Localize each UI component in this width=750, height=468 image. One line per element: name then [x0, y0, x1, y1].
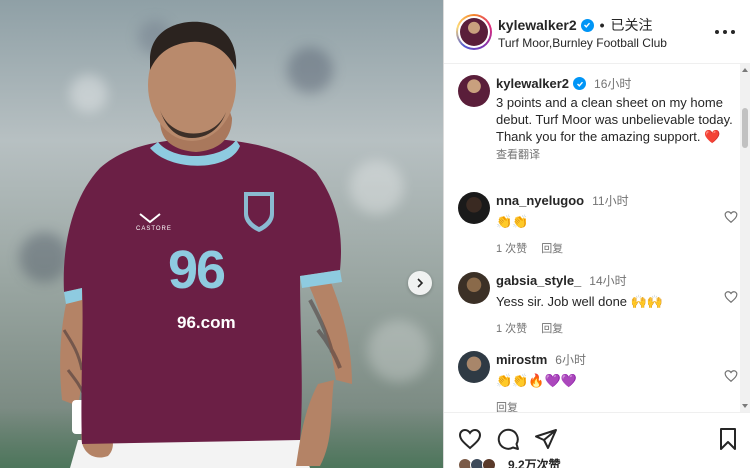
heart-outline-icon[interactable] — [724, 210, 738, 224]
reply-button[interactable]: 回复 — [541, 320, 563, 336]
author-avatar[interactable] — [456, 14, 492, 50]
post-side-panel: kylewalker2 • 已关注 Turf Moor,Burnley Foot… — [443, 0, 750, 468]
post-image[interactable]: 96 96.com CASTORE — [0, 0, 443, 468]
comments-scroll-area[interactable]: kylewalker2 16小时 3 points and a clean sh… — [444, 64, 750, 412]
comment-like-count[interactable]: 1 次赞 — [496, 320, 527, 336]
bookmark-icon[interactable] — [716, 427, 740, 451]
comment-text: 👏👏🔥💜💜 — [496, 373, 577, 388]
comments-scrollbar[interactable] — [740, 64, 750, 412]
jersey-number: 96 — [168, 240, 226, 300]
comment-meta: 1 次赞 回复 — [496, 240, 734, 256]
caption-text: 3 points and a clean sheet on my home de… — [496, 95, 733, 144]
liker-avatar — [482, 457, 496, 468]
chevron-right-icon — [417, 278, 424, 288]
scroll-up-arrow-icon[interactable] — [742, 68, 748, 72]
jersey-sponsor: 96.com — [177, 313, 236, 332]
verified-badge-icon — [573, 77, 587, 90]
caption-username[interactable]: kylewalker2 — [496, 76, 569, 91]
see-translation-link[interactable]: 查看翻译 — [496, 146, 734, 162]
commenter-avatar[interactable] — [458, 351, 490, 383]
likes-summary[interactable]: 9.2万次赞 — [458, 456, 561, 468]
comment-time: 6小时 — [555, 353, 586, 367]
comment-like-count[interactable]: 1 次赞 — [496, 240, 527, 256]
comment-bubble-icon[interactable] — [496, 427, 520, 451]
comment-meta: 回复 — [496, 399, 734, 412]
commenter-username[interactable]: mirostm — [496, 352, 547, 367]
caption-time: 16小时 — [594, 77, 632, 91]
commenter-avatar[interactable] — [458, 272, 490, 304]
comment-time: 11小时 — [592, 194, 629, 208]
author-header-row: kylewalker2 • 已关注 — [498, 15, 653, 35]
jersey-brand: CASTORE — [136, 226, 172, 232]
scrollbar-thumb[interactable] — [742, 108, 748, 148]
reply-button[interactable]: 回复 — [541, 240, 563, 256]
heart-outline-icon[interactable] — [458, 427, 482, 451]
comment-time: 14小时 — [589, 274, 627, 288]
paper-plane-icon[interactable] — [534, 427, 558, 451]
reply-button[interactable]: 回复 — [496, 399, 518, 412]
separator-dot: • — [599, 17, 605, 33]
commenter-username[interactable]: nna_nyelugoo — [496, 193, 584, 208]
comment-text: 👏👏 — [496, 214, 529, 229]
heart-outline-icon[interactable] — [724, 369, 738, 383]
author-username[interactable]: kylewalker2 — [498, 17, 577, 33]
more-options-icon[interactable] — [715, 24, 735, 40]
likes-count: 9.2万次赞 — [508, 458, 561, 468]
player-photo — [60, 21, 352, 468]
heart-outline-icon[interactable] — [724, 290, 738, 304]
commenter-username[interactable]: gabsia_style_ — [496, 273, 581, 288]
verified-badge-icon — [580, 18, 594, 32]
comment-text: Yess sir. Job well done 🙌🙌 — [496, 294, 664, 309]
scroll-down-arrow-icon[interactable] — [742, 404, 748, 408]
caption-avatar[interactable] — [458, 75, 490, 107]
next-image-button[interactable] — [408, 271, 432, 295]
post-header: kylewalker2 • 已关注 Turf Moor,Burnley Foot… — [444, 0, 750, 64]
post-location[interactable]: Turf Moor,Burnley Football Club — [498, 36, 667, 50]
commenter-avatar[interactable] — [458, 192, 490, 224]
comment-meta: 1 次赞 回复 — [496, 320, 734, 336]
follow-status-button[interactable]: 已关注 — [611, 15, 653, 35]
